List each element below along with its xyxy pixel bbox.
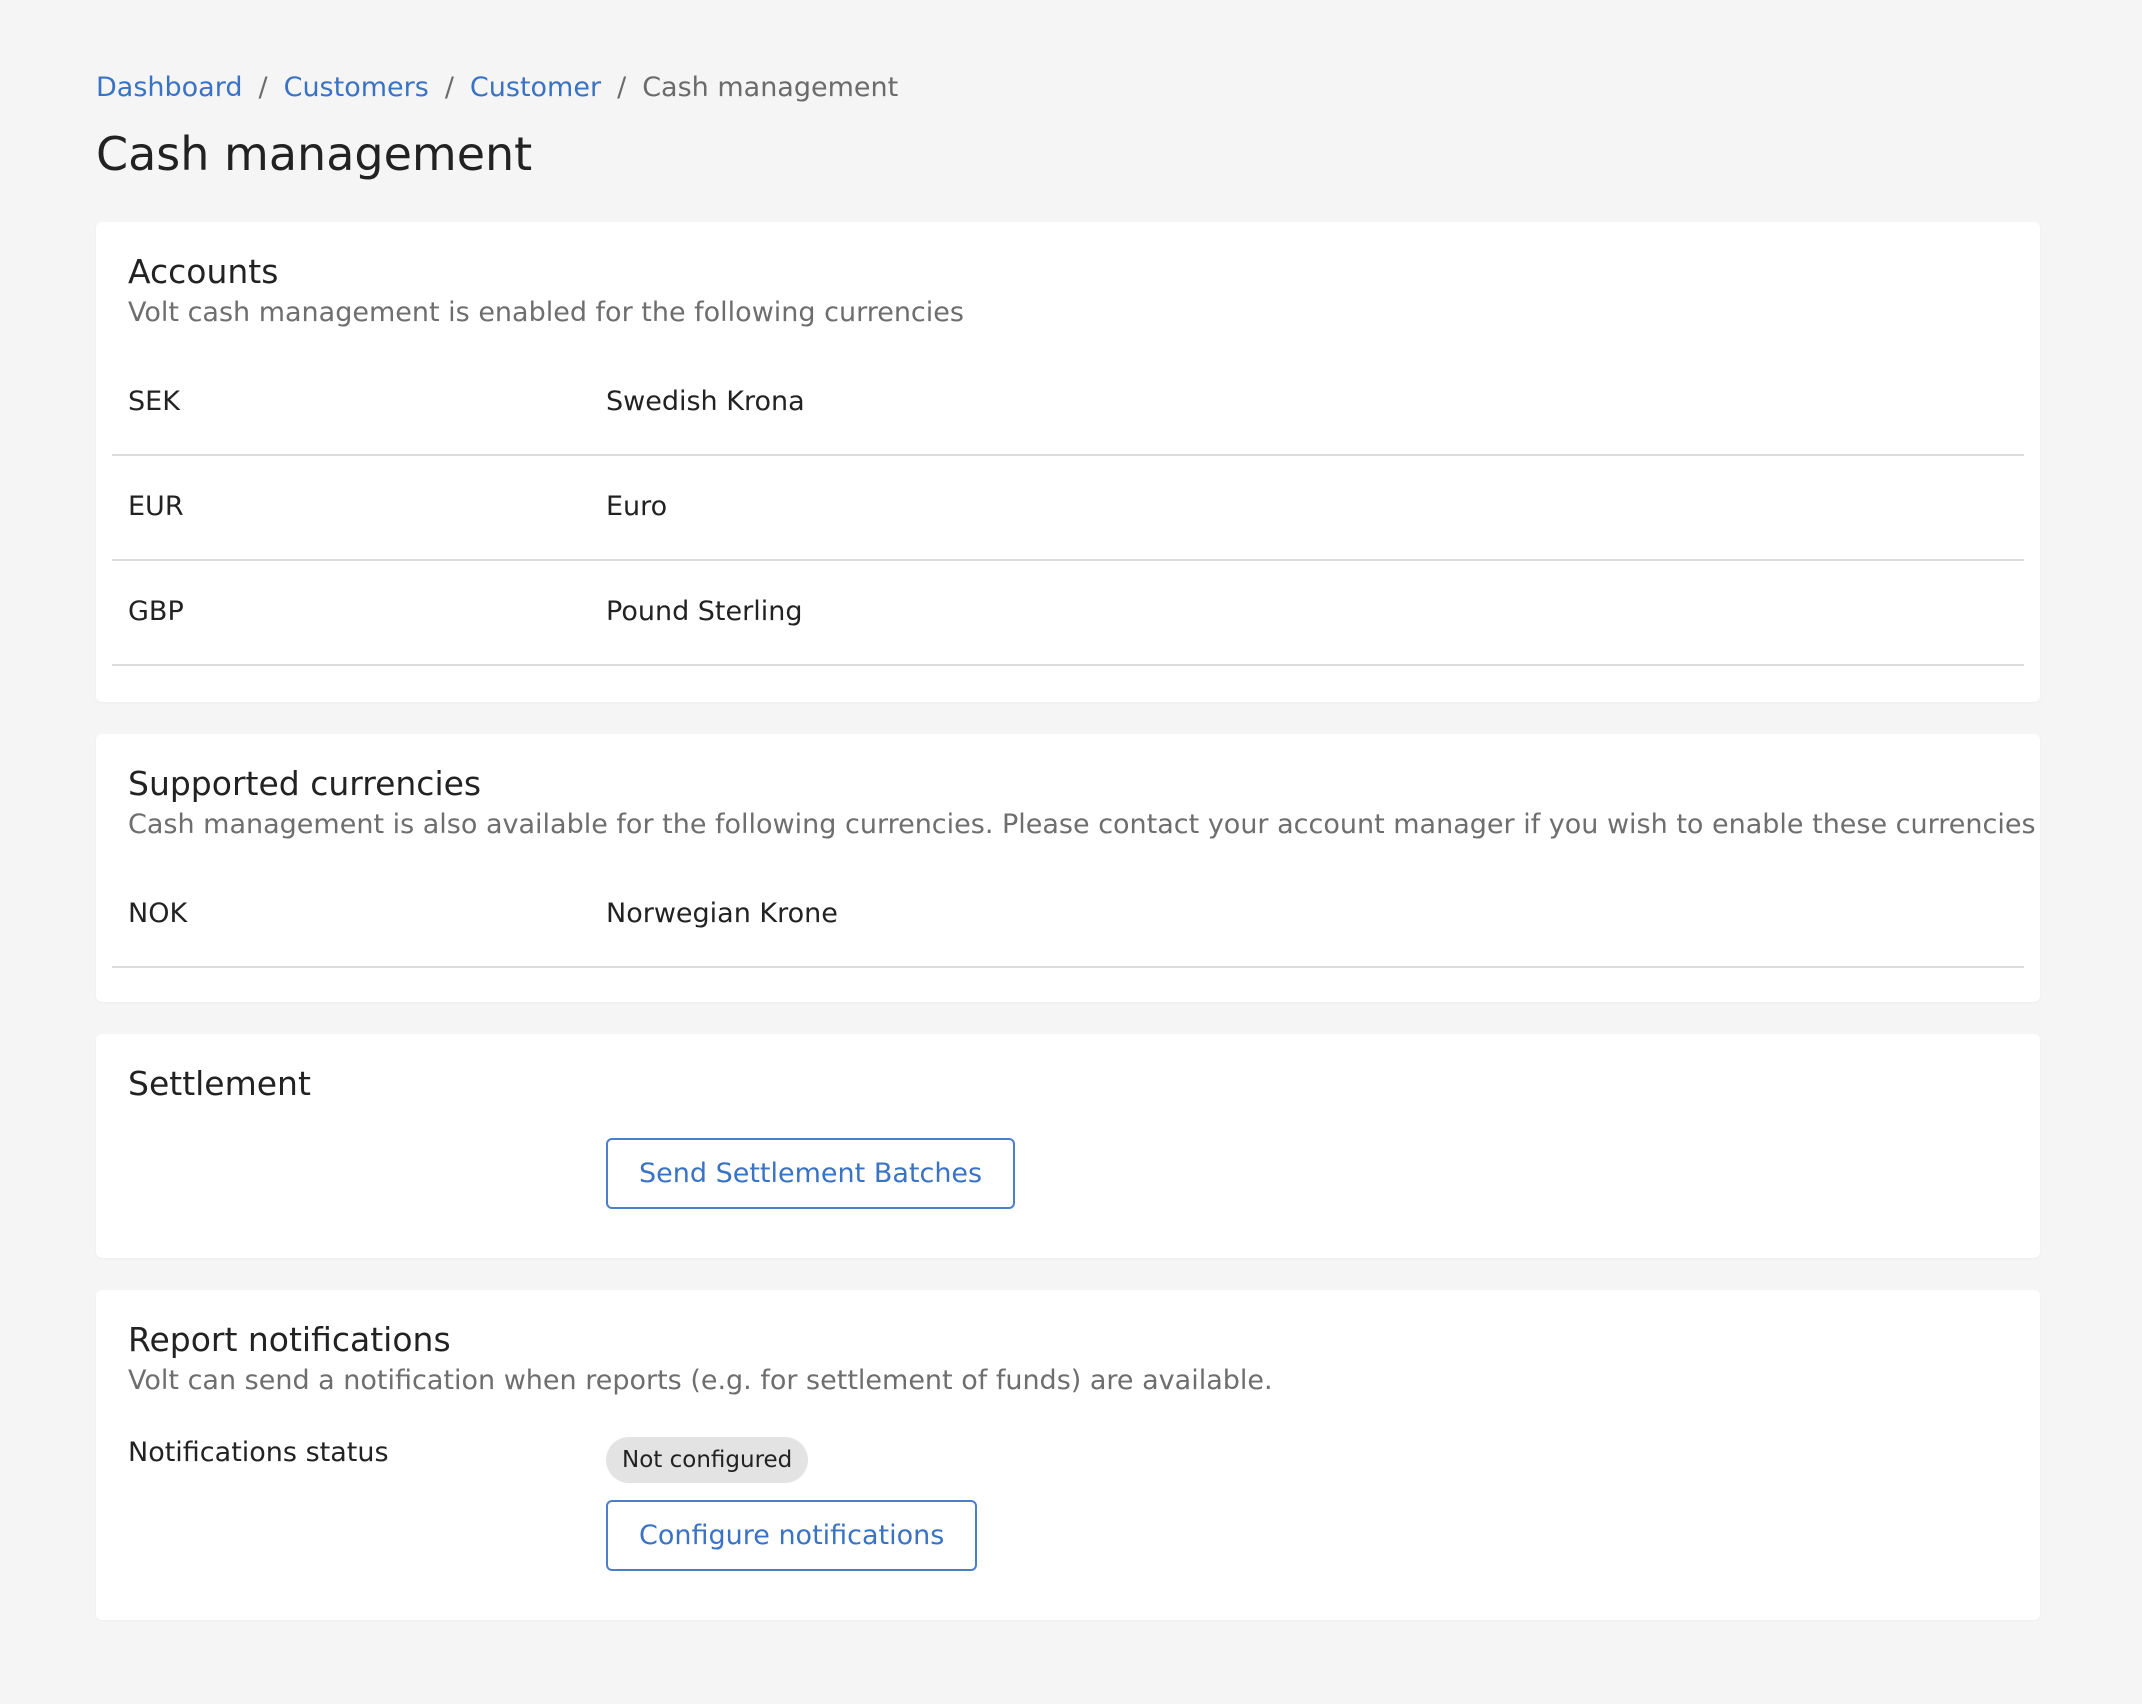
supported-currencies-card: Supported currencies Cash management is … [96, 734, 2040, 1002]
breadcrumb-separator: / [258, 72, 268, 103]
accounts-currency-table: SEK Swedish Krona EUR Euro GBP Pound Ste… [112, 351, 2024, 666]
currency-row: EUR Euro [112, 456, 2024, 561]
send-settlement-batches-button[interactable]: Send Settlement Batches [606, 1138, 1016, 1209]
currency-row: SEK Swedish Krona [112, 351, 2024, 456]
configure-notifications-button[interactable]: Configure notifications [606, 1500, 978, 1571]
accounts-card: Accounts Volt cash management is enabled… [96, 222, 2040, 702]
settlement-title: Settlement [128, 1064, 311, 1103]
currency-code: NOK [128, 898, 188, 929]
breadcrumb-customer-link[interactable]: Customer [470, 72, 601, 103]
breadcrumb: Dashboard / Customers / Customer / Cash manage… [96, 68, 898, 108]
breadcrumb-current: Cash management [642, 72, 899, 103]
supported-currencies-title: Supported currencies [128, 764, 482, 803]
currency-name: Norwegian Krone [606, 898, 838, 929]
report-notifications-title: Report notifications [128, 1320, 451, 1359]
accounts-subtitle: Volt cash management is enabled for the … [128, 297, 964, 328]
supported-currency-table: NOK Norwegian Krone [112, 863, 2024, 968]
breadcrumb-dashboard-link[interactable]: Dashboard [96, 72, 242, 103]
currency-row: NOK Norwegian Krone [112, 863, 2024, 968]
accounts-title: Accounts [128, 252, 279, 291]
currency-row: GBP Pound Sterling [112, 561, 2024, 666]
currency-code: GBP [128, 596, 184, 627]
notifications-status-label: Notifications status [128, 1437, 389, 1468]
currency-code: SEK [128, 386, 180, 417]
notifications-status-badge: Not configured [606, 1437, 809, 1483]
breadcrumb-separator: / [444, 72, 454, 103]
currency-name: Swedish Krona [606, 386, 805, 417]
page-title: Cash management [96, 127, 533, 181]
breadcrumb-customers-link[interactable]: Customers [284, 72, 429, 103]
settlement-card: Settlement Send Settlement Batches [96, 1034, 2040, 1258]
currency-code: EUR [128, 491, 184, 522]
breadcrumb-separator: / [617, 72, 627, 103]
report-notifications-card: Report notifications Volt can send a not… [96, 1290, 2040, 1620]
currency-name: Pound Sterling [606, 596, 803, 627]
supported-currencies-subtitle: Cash management is also available for th… [128, 809, 2036, 840]
currency-name: Euro [606, 491, 668, 522]
report-notifications-subtitle: Volt can send a notification when report… [128, 1365, 1273, 1396]
